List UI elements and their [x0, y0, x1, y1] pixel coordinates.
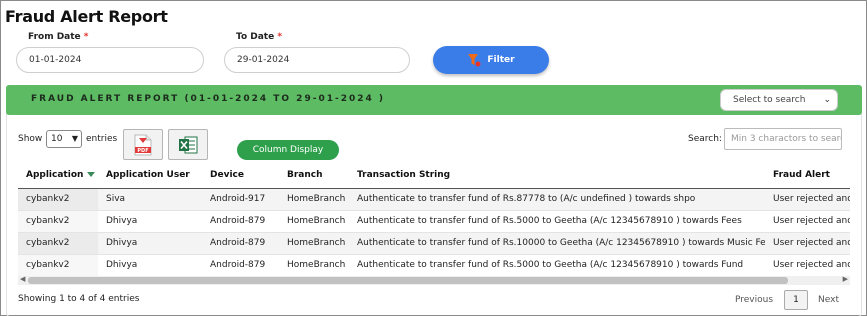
- show-label: Show: [18, 134, 43, 144]
- cell-transaction-string: Authenticate to transfer fund of Rs.5000…: [349, 254, 765, 277]
- pagination-page-1[interactable]: 1: [784, 290, 808, 310]
- column-header-fraud-alert[interactable]: Fraud Alert: [765, 163, 850, 189]
- cell-branch: HomeBranch: [279, 188, 349, 211]
- cell-application: cybankv2: [18, 232, 98, 255]
- select-to-search-dropdown[interactable]: Select to search ⌄: [720, 89, 838, 111]
- table-info: Showing 1 to 4 of 4 entries: [18, 294, 140, 304]
- entries-select[interactable]: 10 ▼: [46, 130, 82, 148]
- column-header-device[interactable]: Device: [202, 163, 279, 189]
- cell-fraud-alert: User rejected and: [765, 188, 850, 211]
- to-date-label-text: To Date: [236, 32, 275, 42]
- cell-application-user: Siva: [98, 188, 202, 211]
- excel-file-icon: [179, 136, 198, 153]
- required-mark: *: [277, 32, 283, 42]
- cell-fraud-alert: User rejected and: [765, 254, 850, 277]
- cell-application: cybankv2: [18, 188, 98, 211]
- from-date-input[interactable]: 01-01-2024: [16, 47, 204, 73]
- scrollbar-thumb[interactable]: [28, 277, 788, 284]
- fraud-alert-table: Application Application User Device Bran…: [18, 163, 850, 277]
- cell-application-user: Dhivya: [98, 232, 202, 255]
- cell-branch: HomeBranch: [279, 254, 349, 277]
- from-date-label-text: From Date: [28, 32, 81, 42]
- cell-fraud-alert: User rejected and: [765, 232, 850, 255]
- from-date-label: From Date *: [28, 32, 89, 42]
- cell-device: Android-879: [202, 232, 279, 255]
- scroll-right-icon[interactable]: ▶: [843, 275, 848, 283]
- export-pdf-button[interactable]: PDF: [123, 129, 163, 160]
- search-label: Search:: [688, 134, 722, 144]
- pagination-next[interactable]: Next: [818, 295, 839, 305]
- cell-transaction-string: Authenticate to transfer fund of Rs.8777…: [349, 188, 765, 211]
- column-header-application[interactable]: Application: [18, 163, 98, 189]
- sort-down-icon: [87, 172, 96, 178]
- cell-branch: HomeBranch: [279, 210, 349, 233]
- cell-application-user: Dhivya: [98, 210, 202, 233]
- column-header-application-user[interactable]: Application User: [98, 163, 202, 189]
- pdf-file-icon: PDF: [134, 134, 152, 155]
- cell-transaction-string: Authenticate to transfer fund of Rs.1000…: [349, 232, 765, 255]
- horizontal-scrollbar[interactable]: ◀ ▶: [18, 275, 850, 285]
- table-row: cybankv2 Dhivya Android-879 HomeBranch A…: [18, 210, 850, 233]
- to-date-label: To Date *: [236, 32, 282, 42]
- table-row: cybankv2 Dhivya Android-879 HomeBranch A…: [18, 232, 850, 255]
- cell-application: cybankv2: [18, 210, 98, 233]
- pagination-previous[interactable]: Previous: [735, 295, 773, 305]
- filter-button[interactable]: Filter: [433, 46, 549, 74]
- cell-device: Android-917: [202, 188, 279, 211]
- to-date-input[interactable]: 29-01-2024: [224, 47, 410, 73]
- filter-funnel-icon: [468, 54, 481, 67]
- cell-fraud-alert: User rejected and: [765, 210, 850, 233]
- chevron-down-icon: ▼: [71, 134, 78, 143]
- pdf-icon-text: PDF: [137, 148, 148, 154]
- required-mark: *: [83, 32, 89, 42]
- column-display-button[interactable]: Column Display: [237, 140, 339, 160]
- select-to-search-label: Select to search: [733, 95, 806, 105]
- cell-application-user: Dhivya: [98, 254, 202, 277]
- chevron-down-icon: ⌄: [823, 95, 831, 105]
- entries-label: entries: [86, 134, 118, 144]
- cell-device: Android-879: [202, 254, 279, 277]
- column-header-label: Application: [26, 170, 84, 181]
- scroll-left-icon[interactable]: ◀: [20, 275, 25, 283]
- column-header-branch[interactable]: Branch: [279, 163, 349, 189]
- cell-device: Android-879: [202, 210, 279, 233]
- table-row: cybankv2 Dhivya Android-879 HomeBranch A…: [18, 254, 850, 277]
- report-banner-title: FRAUD ALERT REPORT (01-01-2024 TO 29-01-…: [31, 94, 386, 104]
- filter-button-label: Filter: [487, 55, 515, 65]
- page-title: Fraud Alert Report: [5, 7, 168, 26]
- search-input[interactable]: Min 3 charactors to search: [724, 128, 842, 150]
- export-excel-button[interactable]: [168, 129, 208, 160]
- cell-branch: HomeBranch: [279, 232, 349, 255]
- table-row: cybankv2 Siva Android-917 HomeBranch Aut…: [18, 188, 850, 211]
- column-header-transaction-string[interactable]: Transaction String: [349, 163, 765, 189]
- table-header-row: Application Application User Device Bran…: [18, 163, 850, 189]
- entries-select-value: 10: [51, 134, 63, 144]
- cell-transaction-string: Authenticate to transfer fund of Rs.5000…: [349, 210, 765, 233]
- cell-application: cybankv2: [18, 254, 98, 277]
